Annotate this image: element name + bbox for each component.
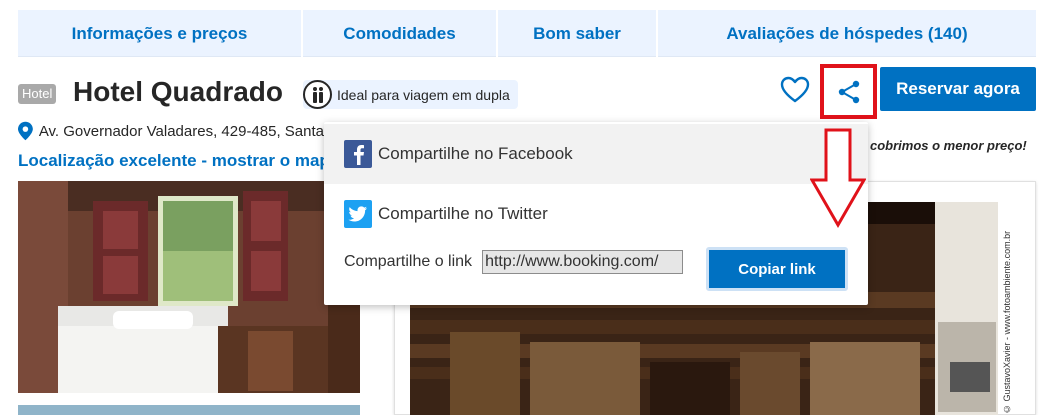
nav-tabs: Informações e preços Comodidades Bom sab…	[18, 10, 1036, 57]
hotel-address: Av. Governador Valadares, 429-485, Santa	[18, 121, 324, 141]
hotel-exterior-photo[interactable]	[18, 405, 360, 415]
tab-good-to-know[interactable]: Bom saber	[498, 10, 658, 57]
property-type-badge: Hotel	[18, 84, 57, 104]
tab-label: Informações e preços	[71, 23, 248, 43]
annotation-arrow-icon	[810, 128, 866, 228]
share-link-field[interactable]: http://www.booking.com/	[482, 250, 684, 274]
hotel-room-photo[interactable]	[18, 181, 360, 393]
share-facebook-option[interactable]: Compartilhe no Facebook	[324, 124, 868, 184]
tab-info-prices[interactable]: Informações e preços	[18, 10, 303, 57]
share-icon	[838, 80, 859, 103]
share-link-label: Compartilhe o link	[344, 253, 473, 270]
ideal-label: Ideal para viagem em dupla	[337, 86, 510, 103]
facebook-icon	[344, 140, 372, 168]
share-dropdown: Compartilhe no Facebook Compartilhe no T…	[324, 122, 868, 305]
share-button[interactable]	[820, 64, 877, 119]
address-text: Av. Governador Valadares, 429-485, Santa	[38, 122, 324, 140]
tab-guest-reviews[interactable]: Avaliações de hóspedes (140)	[658, 10, 1036, 57]
save-heart-icon[interactable]	[780, 76, 810, 104]
twitter-icon	[344, 200, 372, 228]
price-match-note: cobrimos o menor preço!	[870, 138, 1027, 153]
tab-label: Bom saber	[533, 23, 621, 43]
tab-label: Comodidades	[343, 23, 456, 43]
ideal-for-couples-badge[interactable]: Ideal para viagem em dupla	[303, 80, 518, 109]
map-pin-icon	[18, 121, 33, 141]
share-twitter-label: Compartilhe no Twitter	[378, 204, 548, 223]
share-link-row: Compartilhe o link http://www.booking.co…	[344, 250, 684, 274]
tab-amenities[interactable]: Comodidades	[303, 10, 498, 57]
show-map-link[interactable]: Localização excelente - mostrar o mapa	[18, 151, 324, 171]
couple-icon	[303, 80, 332, 109]
copy-link-button[interactable]: Copiar link	[706, 247, 848, 291]
share-facebook-label: Compartilhe no Facebook	[378, 144, 573, 163]
photo-credit: © GustavoXavier - www.fotoambiente.com.b…	[1002, 230, 1012, 414]
reserve-now-button[interactable]: Reservar agora	[880, 67, 1036, 111]
hotel-name: Hotel Quadrado	[73, 76, 284, 107]
share-twitter-option[interactable]: Compartilhe no Twitter	[324, 184, 868, 244]
tab-label: Avaliações de hóspedes (140)	[726, 23, 968, 43]
